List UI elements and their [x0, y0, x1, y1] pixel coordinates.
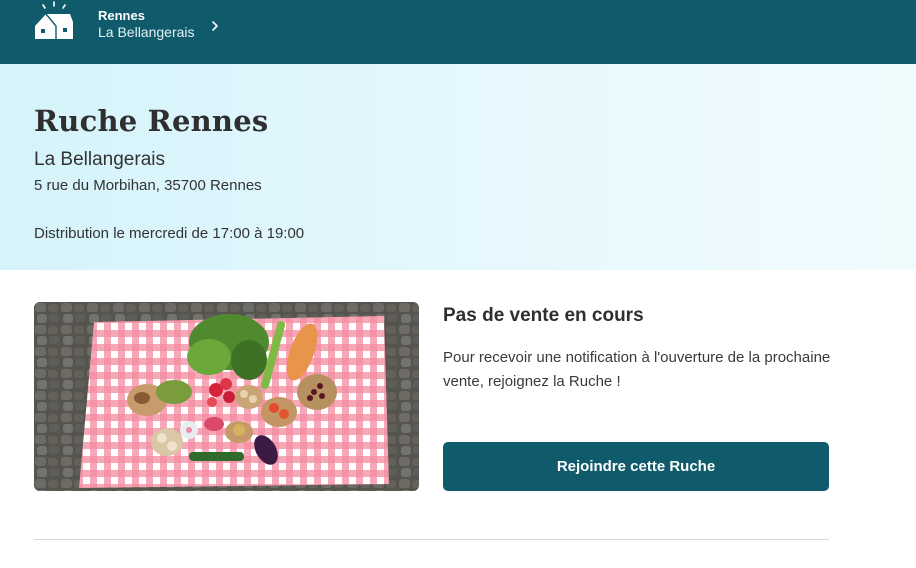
hive-hero: Ruche Rennes La Bellangerais 5 rue du Mo…	[0, 64, 916, 270]
page-title: Ruche Rennes	[34, 104, 269, 138]
hive-name: La Bellangerais	[98, 24, 195, 40]
sale-status-description: Pour recevoir une notification à l'ouver…	[443, 349, 831, 390]
hive-labels: Rennes La Bellangerais	[98, 8, 195, 40]
house-icon	[35, 1, 73, 39]
top-bar: Rennes La Bellangerais	[0, 0, 916, 64]
chevron-right-icon	[211, 21, 218, 31]
sale-status-title: Pas de vente en cours	[443, 305, 644, 326]
hive-photo	[34, 302, 419, 491]
section-divider	[34, 539, 829, 540]
hive-subtitle: La Bellangerais	[34, 149, 165, 170]
hive-address: 5 rue du Morbihan, 35700 Rennes	[34, 177, 262, 194]
hive-city: Rennes	[98, 8, 145, 23]
hive-selector[interactable]: Rennes La Bellangerais	[34, 0, 221, 48]
distribution-schedule: Distribution le mercredi de 17:00 à 19:0…	[34, 225, 305, 242]
join-hive-button[interactable]: Rejoindre cette Ruche	[443, 442, 829, 491]
